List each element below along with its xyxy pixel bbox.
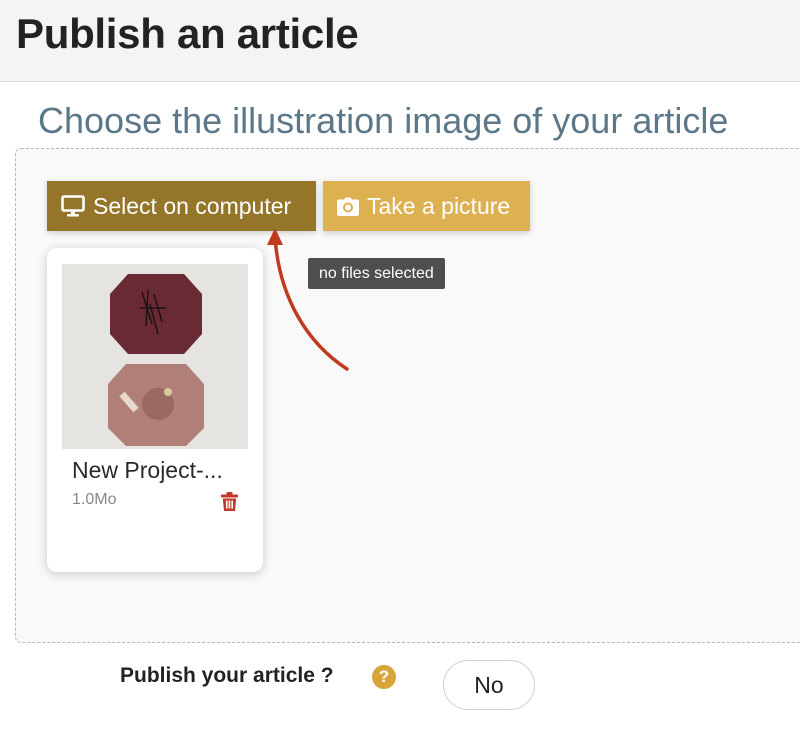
section-title: Choose the illustration image of your ar… (38, 100, 729, 141)
select-on-computer-button[interactable]: Select on computer (47, 181, 316, 231)
annotation-arrow (267, 228, 349, 371)
file-size: 1.0Mo (72, 491, 117, 508)
file-name: New Project-... (72, 457, 223, 483)
publish-toggle[interactable]: No (443, 660, 535, 710)
file-card: New Project-... 1.0Mo (47, 248, 263, 572)
select-on-computer-label: Select on computer (93, 192, 292, 219)
publish-label: Publish your article ? (120, 664, 334, 687)
page-header: Publish an article (0, 0, 800, 82)
trash-icon[interactable] (221, 492, 238, 516)
file-thumbnail (62, 264, 248, 449)
question-icon[interactable]: ? (372, 665, 396, 689)
monitor-icon (61, 195, 85, 217)
take-a-picture-label: Take a picture (367, 192, 511, 219)
take-a-picture-button[interactable]: Take a picture (323, 181, 530, 231)
page-title: Publish an article (16, 10, 359, 57)
camera-icon (337, 197, 359, 216)
